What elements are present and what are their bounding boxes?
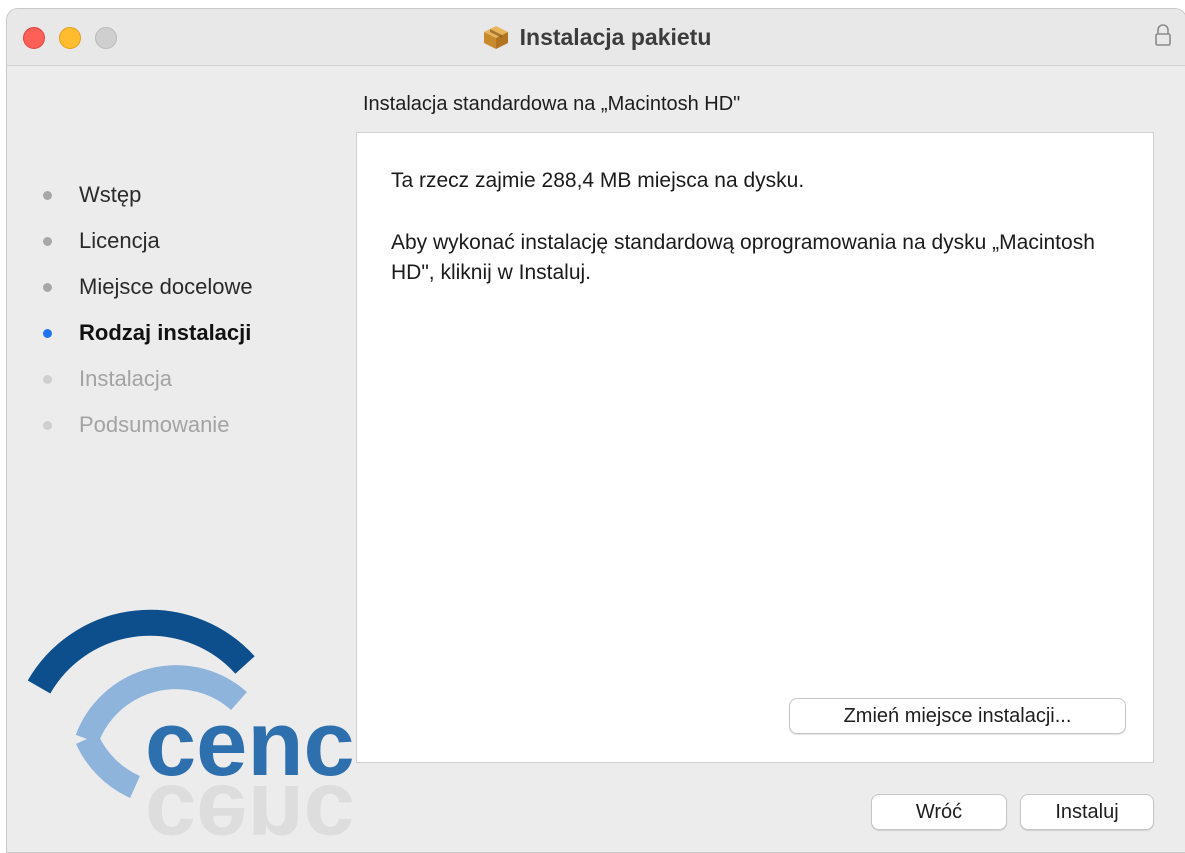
step-item: Miejsce docelowe xyxy=(41,264,253,310)
step-dot xyxy=(43,420,52,430)
steps-list: Wstęp Licencja Miejsce docelowe Rodzaj i… xyxy=(41,172,253,448)
step-dot xyxy=(43,282,52,292)
package-icon xyxy=(483,26,508,49)
step-item: Wstęp xyxy=(41,172,253,218)
content-panel: Ta rzecz zajmie 288,4 MB miejsca na dysk… xyxy=(356,132,1154,763)
disk-space-text: Ta rzecz zajmie 288,4 MB miejsca na dysk… xyxy=(391,169,805,192)
window-title: Instalacja pakietu xyxy=(519,23,712,50)
step-item: Licencja xyxy=(41,218,253,264)
step-label: Podsumowanie xyxy=(79,412,230,437)
install-instructions-text: Aby wykonać instalację standardową oprog… xyxy=(391,231,1095,284)
step-item-current: Rodzaj instalacji xyxy=(41,310,253,356)
step-label: Licencja xyxy=(79,228,160,253)
lock-icon xyxy=(1155,24,1171,46)
title-bar: Instalacja pakietu xyxy=(7,9,1185,66)
install-subtitle: Instalacja standardowa na „Macintosh HD" xyxy=(363,93,741,115)
step-dot xyxy=(43,190,52,200)
install-button[interactable]: Instaluj xyxy=(1020,794,1154,830)
step-item: Instalacja xyxy=(41,356,253,402)
step-item: Podsumowanie xyxy=(41,402,253,448)
step-label: Rodzaj instalacji xyxy=(79,320,252,345)
back-button[interactable]: Wróć xyxy=(871,794,1007,830)
installer-window: Instalacja pakietu Instalacja standardow… xyxy=(6,8,1185,853)
window-title-wrap: Instalacja pakietu xyxy=(7,9,1185,65)
step-label: Wstęp xyxy=(79,182,142,207)
step-label: Instalacja xyxy=(79,366,172,391)
step-dot xyxy=(43,236,52,246)
step-dot xyxy=(43,374,52,384)
step-dot xyxy=(43,328,52,338)
change-install-location-button[interactable]: Zmień miejsce instalacji... xyxy=(789,698,1126,734)
logo-reflection: cenc xyxy=(145,766,355,839)
step-label: Miejsce docelowe xyxy=(79,274,253,299)
